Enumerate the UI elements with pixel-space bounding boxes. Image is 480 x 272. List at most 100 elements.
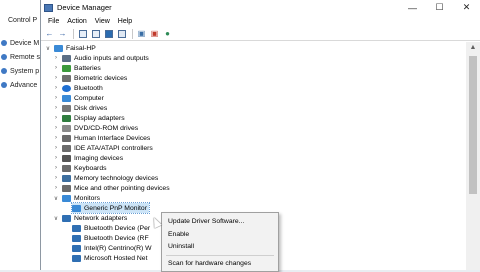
link-system-protection[interactable]: System p — [0, 64, 40, 78]
chevron-down-icon[interactable]: ∨ — [53, 215, 59, 222]
menu-help[interactable]: Help — [114, 18, 136, 25]
chevron-right-icon[interactable]: › — [53, 75, 59, 81]
maximize-button[interactable]: ☐ — [426, 0, 453, 15]
menu-action[interactable]: Action — [63, 18, 90, 25]
toolbar-separator — [132, 28, 133, 39]
tree-item[interactable]: › DVD/CD-ROM drives — [53, 123, 138, 133]
tree-item[interactable]: › Audio inputs and outputs — [53, 53, 149, 63]
scrollbar-thumb[interactable] — [469, 56, 477, 194]
scroll-up-icon[interactable]: ▲ — [466, 42, 480, 54]
chevron-right-icon[interactable]: › — [53, 125, 59, 131]
tree-root[interactable]: ∨ Faisal-HP — [45, 43, 96, 53]
keyboard-icon — [62, 164, 71, 172]
biometric-icon — [62, 74, 71, 82]
chevron-right-icon[interactable]: › — [53, 115, 59, 121]
network-adapter-icon — [72, 234, 81, 242]
monitor-icon — [72, 204, 81, 212]
menu-view[interactable]: View — [91, 18, 114, 25]
breadcrumb[interactable]: Control P — [8, 17, 37, 24]
chevron-right-icon[interactable]: › — [53, 55, 59, 61]
tree-item[interactable]: › Display adapters — [53, 113, 125, 123]
tree-item[interactable]: › Mice and other pointing devices — [53, 183, 170, 193]
device-manager-icon — [44, 3, 53, 12]
context-menu: Update Driver Software... Enable Uninsta… — [161, 212, 279, 272]
monitor-icon — [62, 194, 71, 202]
chevron-right-icon[interactable]: › — [53, 145, 59, 151]
minimize-button[interactable]: — — [399, 0, 426, 15]
display-icon[interactable] — [116, 28, 127, 39]
tree-item[interactable]: › Computer — [53, 93, 104, 103]
tree-item[interactable]: › Memory technology devices — [53, 173, 158, 183]
chevron-right-icon[interactable]: › — [53, 105, 59, 111]
tree-item[interactable]: › Disk drives — [53, 103, 107, 113]
tree-item[interactable]: › Human Interface Devices — [53, 133, 150, 143]
computer-icon — [62, 94, 71, 102]
back-arrow-icon[interactable]: ← — [44, 28, 55, 39]
help-icon[interactable] — [103, 28, 114, 39]
battery-icon — [62, 64, 71, 72]
tree-item[interactable]: Bluetooth Device (RF — [72, 233, 149, 243]
network-adapter-icon — [72, 224, 81, 232]
control-panel-links: Device M Remote s System p Advance — [0, 36, 40, 92]
control-panel-window: Control P Device M Remote s System p Adv… — [0, 0, 42, 270]
properties-icon[interactable] — [77, 28, 88, 39]
menu-item-uninstall[interactable]: Uninstall — [168, 243, 194, 250]
bluetooth-icon — [62, 84, 71, 92]
chevron-down-icon[interactable]: ∨ — [45, 45, 51, 52]
network-adapter-icon — [72, 254, 81, 262]
computer-icon — [54, 44, 63, 52]
chevron-down-icon[interactable]: ∨ — [53, 195, 59, 202]
menu-divider — [166, 255, 274, 256]
memory-icon — [62, 174, 71, 182]
chevron-right-icon[interactable]: › — [53, 155, 59, 161]
tree-item[interactable]: › Batteries — [53, 63, 101, 73]
chevron-right-icon[interactable]: › — [53, 175, 59, 181]
tree-item-monitors[interactable]: ∨ Monitors — [53, 193, 100, 203]
title-bar[interactable]: Device Manager — ☐ ✕ — [41, 0, 480, 15]
tree-item[interactable]: › IDE ATA/ATAPI controllers — [53, 143, 153, 153]
chevron-right-icon[interactable]: › — [53, 135, 59, 141]
toolbar-separator — [73, 28, 74, 39]
toolbar: ← → ▣ ▣ ● — [41, 27, 480, 41]
tree-item[interactable]: › Biometric devices — [53, 73, 127, 83]
shield-icon — [1, 68, 7, 74]
chevron-right-icon[interactable]: › — [53, 95, 59, 101]
chevron-right-icon[interactable]: › — [53, 185, 59, 191]
shield-icon — [1, 40, 7, 46]
menu-bar: File Action View Help — [41, 15, 480, 27]
link-advanced-settings[interactable]: Advance — [0, 78, 40, 92]
tree-item[interactable]: › Imaging devices — [53, 153, 123, 163]
ide-icon — [62, 144, 71, 152]
scan-icon[interactable]: ▣ — [136, 28, 147, 39]
camera-icon — [62, 154, 71, 162]
menu-item-update-driver[interactable]: Update Driver Software... — [168, 218, 244, 225]
close-button[interactable]: ✕ — [453, 0, 480, 15]
tree-item-generic-pnp-monitor[interactable]: Generic PnP Monitor — [71, 202, 150, 214]
chevron-right-icon[interactable]: › — [53, 85, 59, 91]
window-title: Device Manager — [57, 3, 112, 12]
chevron-right-icon[interactable]: › — [53, 165, 59, 171]
tree-item[interactable]: Bluetooth Device (Per — [72, 223, 150, 233]
tree-item[interactable]: Microsoft Hosted Net — [72, 253, 147, 263]
tree-item[interactable]: › Keyboards — [53, 163, 107, 173]
vertical-scrollbar[interactable]: ▲ — [466, 42, 480, 270]
link-remote-settings[interactable]: Remote s — [0, 50, 40, 64]
audio-icon — [62, 54, 71, 62]
chevron-right-icon[interactable]: › — [53, 65, 59, 71]
menu-item-scan-hardware[interactable]: Scan for hardware changes — [168, 260, 251, 267]
tree-item[interactable]: › Bluetooth — [53, 83, 103, 93]
network-adapter-icon — [72, 244, 81, 252]
mouse-icon — [62, 184, 71, 192]
show-hidden-icon[interactable] — [90, 28, 101, 39]
link-device-manager[interactable]: Device M — [0, 36, 40, 50]
menu-item-enable[interactable]: Enable — [168, 231, 189, 238]
tree-item[interactable]: Intel(R) Centrino(R) W — [72, 243, 152, 253]
shield-icon — [1, 82, 7, 88]
menu-file[interactable]: File — [44, 18, 63, 25]
disable-icon[interactable]: ▣ — [149, 28, 160, 39]
tree-item-network-adapters[interactable]: ∨ Network adapters — [53, 213, 127, 223]
network-icon — [62, 214, 71, 222]
hid-icon — [62, 134, 71, 142]
update-icon[interactable]: ● — [162, 28, 173, 39]
forward-arrow-icon[interactable]: → — [57, 28, 68, 39]
